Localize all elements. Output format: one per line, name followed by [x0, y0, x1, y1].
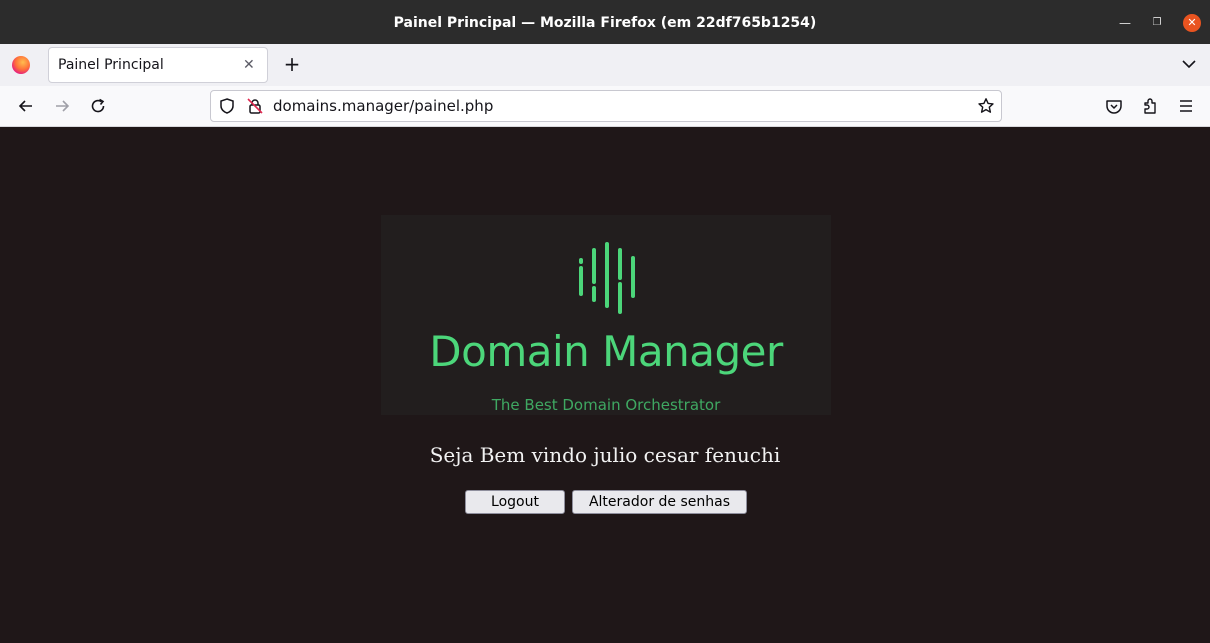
page-content: Domain Manager The Best Domain Orchestra… — [0, 127, 1210, 643]
tab-painel-principal[interactable]: Painel Principal ✕ — [48, 47, 268, 83]
url-text: domains.manager/painel.php — [273, 97, 494, 115]
address-bar[interactable]: domains.manager/painel.php — [210, 90, 1002, 122]
insecure-lock-icon[interactable] — [246, 97, 264, 115]
new-tab-button[interactable]: + — [282, 53, 302, 77]
close-icon[interactable]: ✕ — [1183, 14, 1201, 32]
logo-banner: Domain Manager The Best Domain Orchestra… — [381, 215, 831, 415]
shield-icon[interactable] — [218, 97, 236, 115]
tab-label: Painel Principal — [58, 57, 164, 73]
logout-button[interactable]: Logout — [465, 490, 565, 514]
firefox-menu-icon[interactable] — [12, 56, 30, 74]
reload-icon[interactable] — [88, 96, 108, 116]
bookmark-star-icon[interactable] — [977, 97, 995, 115]
minimize-icon[interactable]: — — [1116, 14, 1134, 32]
navigation-toolbar: domains.manager/painel.php — [0, 86, 1210, 127]
maximize-icon[interactable]: ❐ — [1148, 14, 1166, 32]
extensions-icon[interactable] — [1140, 96, 1160, 116]
window-titlebar: Painel Principal — Mozilla Firefox (em 2… — [0, 0, 1210, 44]
welcome-message: Seja Bem vindo julio cesar fenuchi — [429, 443, 781, 467]
forward-arrow-icon[interactable] — [52, 96, 72, 116]
brand-tagline: The Best Domain Orchestrator — [491, 396, 721, 414]
back-arrow-icon[interactable] — [16, 96, 36, 116]
window-title: Painel Principal — Mozilla Firefox (em 2… — [393, 15, 817, 31]
hamburger-menu-icon[interactable] — [1176, 96, 1196, 116]
list-all-tabs-icon[interactable] — [1179, 54, 1199, 74]
password-changer-button[interactable]: Alterador de senhas — [572, 490, 747, 514]
tab-strip: Painel Principal ✕ + — [0, 44, 1210, 86]
equalizer-logo-icon — [579, 242, 635, 314]
tab-close-icon[interactable]: ✕ — [243, 48, 255, 82]
brand-title: Domain Manager — [429, 327, 783, 376]
pocket-icon[interactable] — [1104, 96, 1124, 116]
